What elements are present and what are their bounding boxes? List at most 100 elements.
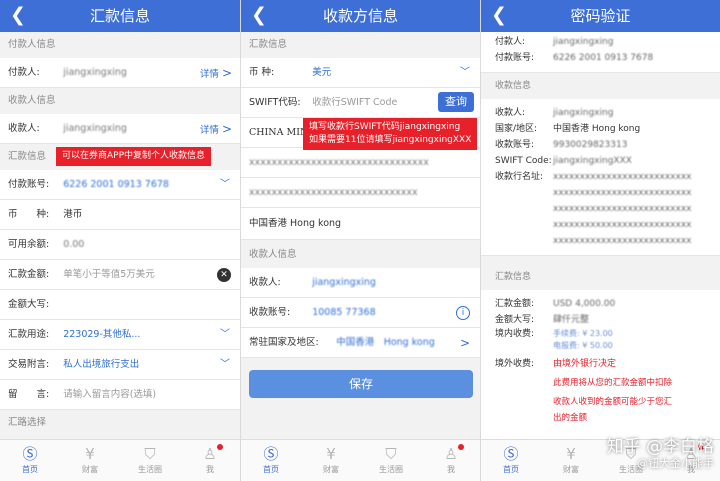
region-label: 常驻国家及地区: <box>249 337 319 348</box>
back-arrow-icon[interactable]: ❮ <box>491 4 507 26</box>
fee-line: 电报费: ¥ 50.00 <box>495 340 708 352</box>
payee-value: jiangxingxing <box>63 123 127 134</box>
payee-row[interactable]: 收款人: jiangxingxing <box>241 268 480 298</box>
chevron-down-icon[interactable]: ﹀ <box>220 320 230 349</box>
chevron-right-icon[interactable]: > <box>460 328 470 357</box>
region-row[interactable]: 常驻国家及地区: 中国香港 Hong kong > <box>241 328 480 358</box>
section-remit: 汇款信息 <box>495 272 532 282</box>
tab-label: 首页 <box>503 465 519 474</box>
chevron-down-icon[interactable]: ﹀ <box>460 58 470 87</box>
swift-value: jiangxingxingXXX <box>553 156 632 166</box>
payer-detail-link[interactable]: 详情 > <box>200 58 232 87</box>
copy-payee-tip: 可以在券商APP中复制个人收款信息 <box>56 147 212 166</box>
tab-wealth[interactable]: ¥ 财富 <box>60 440 120 481</box>
purpose-value: 223029-其他私... <box>63 329 141 340</box>
notification-dot <box>217 444 223 450</box>
tab-life[interactable]: ⛉ 生活圈 <box>361 440 421 481</box>
chevron-down-icon[interactable]: ﹀ <box>220 170 230 199</box>
watermark-line: 知乎 @李白格 <box>606 437 714 457</box>
tab-life[interactable]: ⛉ 生活圈 <box>120 440 180 481</box>
payer-account-value: 6226 2001 0913 7678 <box>553 53 654 63</box>
tab-home[interactable]: Ⓢ 首页 <box>0 440 60 481</box>
payee-label: 收款人: <box>8 123 40 134</box>
bag-icon: ⛉ <box>144 445 156 463</box>
swift-label: SWIFT代码: <box>249 97 301 108</box>
chevron-down-icon[interactable]: ﹀ <box>220 350 230 379</box>
amount-value: USD 4,000.00 <box>553 299 616 309</box>
bank-address-line: xxxxxxxxxxxxxxxxxxxxxxxxxx <box>553 172 692 182</box>
tab-label: 生活圈 <box>138 465 162 474</box>
balance-label: 可用余额: <box>8 239 50 250</box>
tab-home[interactable]: Ⓢ 首页 <box>481 440 541 481</box>
amount-input[interactable]: 单笔小于等值5万美元 <box>63 260 155 289</box>
payer-row[interactable]: 付款人: jiangxingxing 详情 > <box>0 58 240 88</box>
tab-bar: Ⓢ 首页 ¥ 财富 ⛉ 生活圈 ♙ 我 <box>0 439 240 481</box>
bank-address-line: xxxxxxxxxxxxxxxxxxxxxxxxxx <box>553 220 692 230</box>
yen-icon: ¥ <box>326 445 336 463</box>
tab-me[interactable]: ♙ 我 <box>421 440 480 481</box>
payee-account-row[interactable]: 收款账号: 10085 77368 i <box>241 298 480 328</box>
message-input[interactable]: 请输入留言内容(选填) <box>63 380 156 409</box>
upper-line: 金额大写: 肆仟元整 <box>495 312 708 328</box>
section-payer: 付款人信息 <box>0 32 240 58</box>
watermark: 知乎 @李白格 @钮大金小能手 <box>607 437 714 471</box>
bank-country: 中国香港 Hong kong <box>249 218 342 229</box>
back-arrow-icon[interactable]: ❮ <box>10 4 26 26</box>
clear-icon[interactable]: ✕ <box>217 268 231 282</box>
payee-account-input[interactable]: 10085 77368 <box>312 298 375 327</box>
region-line: 国家/地区: 中国香港 Hong kong <box>495 121 708 137</box>
purpose-row[interactable]: 汇款用途: 223029-其他私... ﹀ <box>0 320 240 350</box>
payee-input[interactable]: jiangxingxing <box>312 268 376 297</box>
fee-note: 出的金额 <box>553 413 588 423</box>
person-icon: ♙ <box>444 445 458 463</box>
section-remit: 汇款信息 <box>241 32 480 58</box>
swift-tip: 填写收款行SWIFT代码jiangxingxing 如果需要11位请填写jian… <box>303 118 478 150</box>
amount-row[interactable]: 汇款金额: 单笔小于等值5万美元 ✕ <box>0 260 240 290</box>
payer-account-line: 付款账号: 6226 2001 0913 7678 <box>495 50 708 66</box>
tab-label: 生活圈 <box>379 465 403 474</box>
tab-home[interactable]: Ⓢ 首页 <box>241 440 301 481</box>
query-button[interactable]: 查询 <box>438 92 474 112</box>
account-row[interactable]: 付款账号: 6226 2001 0913 7678 ﹀ <box>0 170 240 200</box>
password-verify-screen: ❮ 密码验证 付款人: jiangxingxing 付款账号: 6226 2001 … <box>480 0 720 481</box>
payer-value: jiangxingxing <box>63 67 127 78</box>
currency-row: 币 种: 港币 <box>0 200 240 230</box>
home-s-icon: Ⓢ <box>263 445 279 463</box>
fee-value: 电报费: ¥ 50.00 <box>553 341 613 350</box>
purpose-label: 汇款用途: <box>8 329 50 340</box>
payer-line: 付款人: jiangxingxing <box>495 34 708 50</box>
payer-value: jiangxingxing <box>553 37 614 47</box>
account-value: 6226 2001 0913 7678 <box>63 179 169 190</box>
payer-summary: 付款人: jiangxingxing 付款账号: 6226 2001 0913 76… <box>481 32 720 73</box>
currency-row[interactable]: 币 种: 美元 ﹀ <box>241 58 480 88</box>
note-label: 交易附言: <box>8 359 50 370</box>
currency-value: 港币 <box>63 209 83 220</box>
swift-line: SWIFT Code:jiangxingxingXXX <box>495 153 708 169</box>
abroad-fee-label: 境外收费: <box>495 359 535 369</box>
payee-label: 收款人: <box>495 108 526 118</box>
payee-detail-link[interactable]: 详情 > <box>200 114 232 143</box>
region-value: 中国香港 Hong kong <box>336 337 435 348</box>
watermark-line: @钮大金小能手 <box>637 457 714 470</box>
bank-address-row-2: xxxxxxxxxxxxxxxxxxxxxxxxxxxxxx <box>241 178 480 208</box>
info-icon[interactable]: i <box>456 306 470 320</box>
message-row[interactable]: 留 言: 请输入留言内容(选填) <box>0 380 240 410</box>
bank-label: 收款行名址: <box>495 172 544 182</box>
bank-address-line: xxxxxxxxxxxxxxxxxxxxxxxxxx <box>553 236 692 246</box>
back-arrow-icon[interactable]: ❮ <box>251 4 267 26</box>
bank-address-row-1: xxxxxxxxxxxxxxxxxxxxxxxxxxxxxxxx <box>241 148 480 178</box>
payee-row[interactable]: 收款人: jiangxingxing 详情 > <box>0 114 240 144</box>
payer-label: 付款人: <box>495 37 526 47</box>
chevron-right-icon: > <box>221 122 232 136</box>
fee-note: 此费用将从您的汇款金额中扣除 <box>553 378 673 388</box>
tab-me[interactable]: ♙ 我 <box>180 440 240 481</box>
note-row[interactable]: 交易附言: 私人出境旅行支出 ﹀ <box>0 350 240 380</box>
swift-row[interactable]: SWIFT代码: 收款行SWIFT Code 查询 <box>241 88 480 118</box>
swift-input[interactable]: 收款行SWIFT Code <box>312 88 397 117</box>
tab-wealth[interactable]: ¥ 财富 <box>541 440 601 481</box>
region-value: 中国香港 Hong kong <box>553 124 641 134</box>
nav-bar: ❮ 汇款信息 <box>0 0 240 32</box>
save-button[interactable]: 保存 <box>249 370 473 398</box>
tab-wealth[interactable]: ¥ 财富 <box>301 440 361 481</box>
bank-country-row: 中国香港 Hong kong <box>241 208 480 240</box>
